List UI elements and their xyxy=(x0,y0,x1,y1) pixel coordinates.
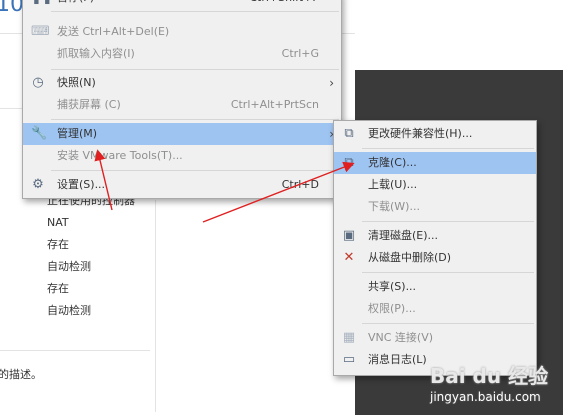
baidu-watermark: Bai du 经验 jingyan.baidu.com xyxy=(430,360,549,404)
annotation-arrow-manage xyxy=(94,149,113,211)
baidu-logo: Bai du 经验 xyxy=(430,364,549,388)
watermark-url: jingyan.baidu.com xyxy=(430,390,541,404)
annotation-arrows xyxy=(94,149,355,223)
annotation-arrow-clone xyxy=(202,161,355,223)
